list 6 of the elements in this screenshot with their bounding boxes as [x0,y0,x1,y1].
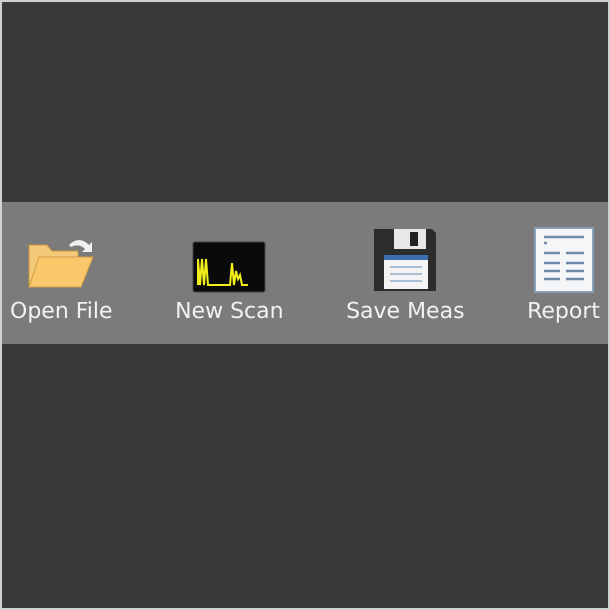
toolbar-button[interactable]: Open File [6,222,117,324]
toolbar-button[interactable]: Save Meas [342,222,469,324]
spectrum-icon [192,240,266,292]
toolbar-button[interactable]: New Scan [171,222,288,324]
toolbar-button[interactable]: Report [523,222,604,324]
report-icon [534,226,594,292]
